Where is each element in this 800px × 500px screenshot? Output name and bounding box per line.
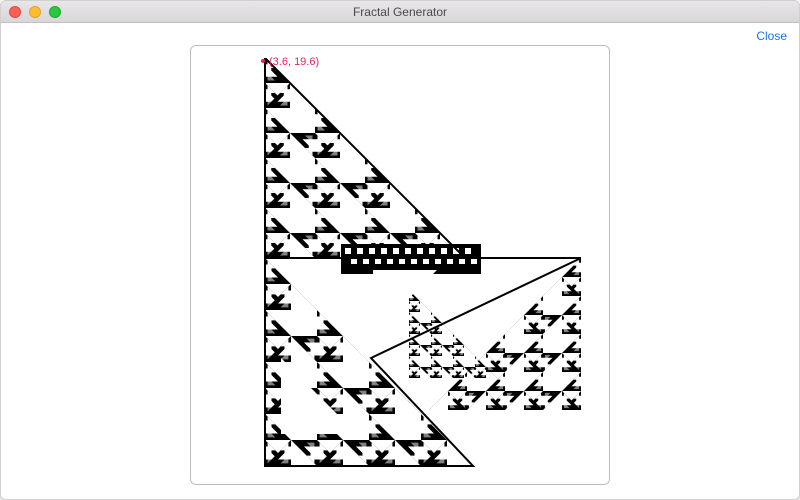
traffic-lights [1, 6, 61, 18]
close-button[interactable]: Close [756, 29, 787, 43]
window-title: Fractal Generator [1, 5, 799, 19]
cursor-marker-icon [261, 59, 265, 63]
content-area: Close (3.6, 19.6) [1, 23, 799, 499]
zoom-window-icon[interactable] [49, 6, 61, 18]
fractal-image [241, 58, 581, 474]
titlebar: Fractal Generator [1, 1, 799, 23]
canvas-container: (3.6, 19.6) [190, 45, 610, 485]
close-window-icon[interactable] [9, 6, 21, 18]
minimize-window-icon[interactable] [29, 6, 41, 18]
cursor-coord-label: (3.6, 19.6) [269, 56, 319, 68]
app-window: Fractal Generator Close (3.6, 19.6) [0, 0, 800, 500]
fractal-canvas[interactable]: (3.6, 19.6) [190, 45, 610, 485]
